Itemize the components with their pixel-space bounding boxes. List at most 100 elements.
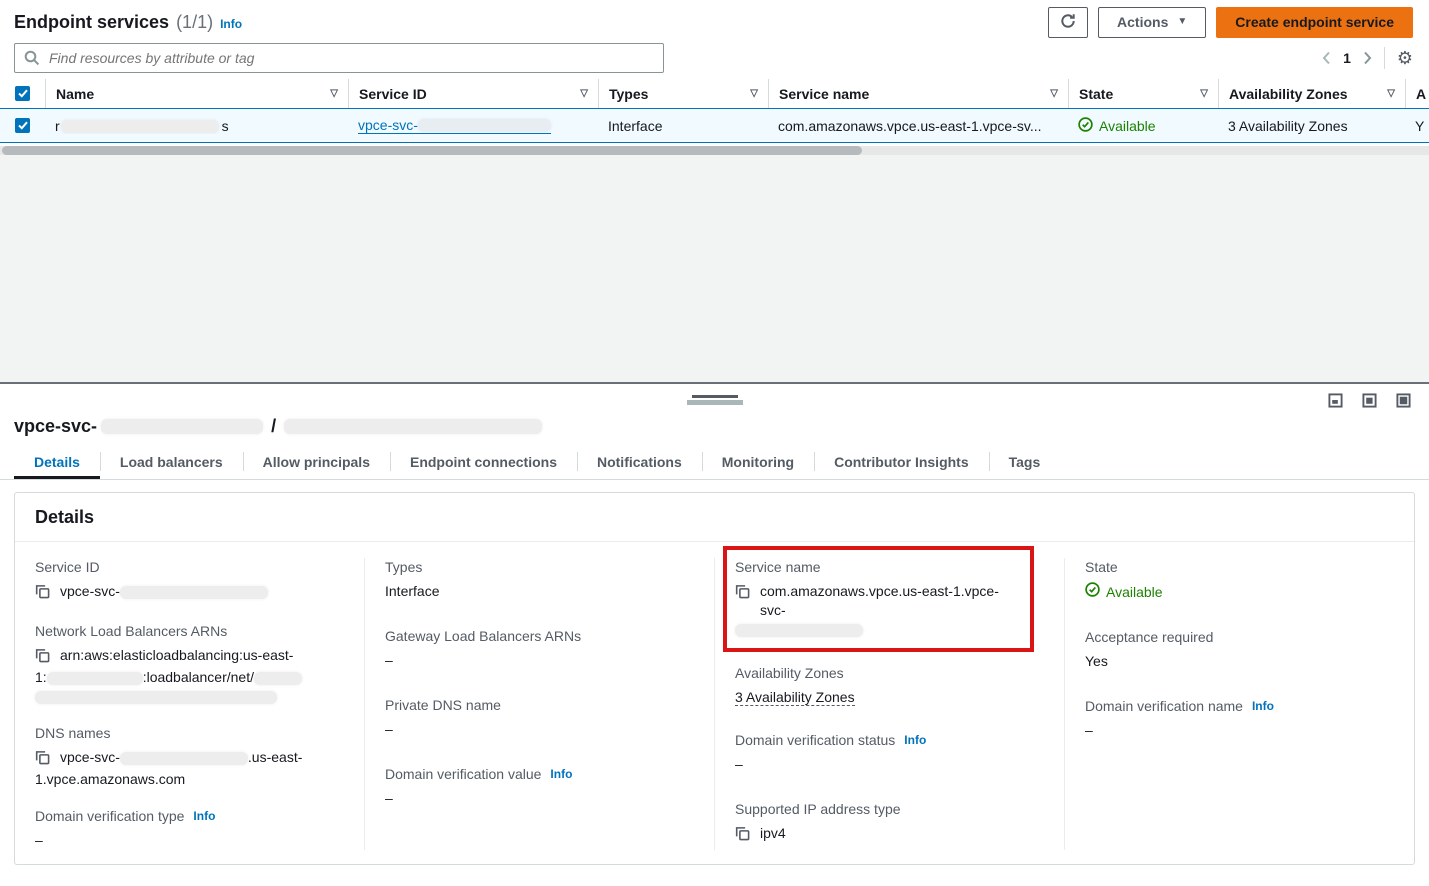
nlb-arn-line3 (35, 687, 344, 706)
filter-icon[interactable]: ▽ (330, 88, 338, 99)
glb-arns-value: – (385, 651, 694, 670)
horizontal-scrollbar-thumb[interactable] (2, 146, 862, 155)
redacted-account-id (47, 672, 143, 685)
service-id-label: Service ID (35, 558, 344, 577)
nlb-arns-group: Network Load Balancers ARNs arn:aws:elas… (35, 622, 344, 706)
tab-monitoring[interactable]: Monitoring (702, 444, 814, 479)
panel-size-small-icon[interactable] (1328, 393, 1343, 411)
tab-details[interactable]: Details (14, 444, 100, 479)
tab-load-balancers[interactable]: Load balancers (100, 444, 243, 479)
search-input[interactable] (14, 43, 664, 73)
header-info-link[interactable]: Info (220, 17, 242, 31)
table-header-row: Name ▽ Service ID ▽ Types ▽ Service name… (0, 79, 1429, 108)
select-all-cell (0, 79, 45, 108)
panel-title: vpce-svc- / (0, 384, 1429, 444)
private-dns-label: Private DNS name (385, 696, 694, 715)
availability-zones-group: Availability Zones 3 Availability Zones (735, 664, 1044, 707)
details-column-2: Types Interface Gateway Load Balancers A… (364, 558, 714, 850)
domain-verification-type-group: Domain verification type Info – (35, 807, 344, 850)
column-header-availability-zones[interactable]: Availability Zones ▽ (1218, 79, 1405, 108)
copy-icon[interactable] (35, 648, 50, 668)
redacted-service-id-title (101, 419, 263, 434)
search-icon (24, 50, 40, 69)
row-availability-zones-cell: 3 Availability Zones (1218, 118, 1405, 134)
state-label: State (1085, 558, 1394, 577)
content-spacer (0, 155, 1429, 384)
copy-icon[interactable] (35, 750, 50, 770)
actions-button-label: Actions (1117, 14, 1168, 30)
copy-icon[interactable] (735, 584, 750, 604)
column-header-types[interactable]: Types ▽ (598, 79, 768, 108)
column-header-acceptance-partial: A (1405, 79, 1429, 108)
domain-verification-value-info-link[interactable]: Info (550, 765, 572, 784)
redacted-service-name-title (284, 419, 542, 434)
private-dns-group: Private DNS name – (385, 696, 694, 739)
previous-page-icon[interactable] (1322, 51, 1331, 65)
page-header: Endpoint services (1/1) Info Actions ▼ C… (0, 0, 1429, 38)
tab-notifications[interactable]: Notifications (577, 444, 702, 479)
create-endpoint-service-button[interactable]: Create endpoint service (1216, 7, 1413, 38)
private-dns-value: – (385, 720, 694, 739)
nlb-arn-line2: 1::loadbalancer/net/ (35, 668, 344, 687)
filter-icon[interactable]: ▽ (750, 88, 758, 99)
refresh-icon (1060, 13, 1076, 32)
next-page-icon[interactable] (1363, 51, 1372, 65)
domain-verification-type-label: Domain verification type (35, 807, 184, 826)
column-header-service-name[interactable]: Service name ▽ (768, 79, 1068, 108)
dns-names-group: DNS names vpce-svc-.us-east- 1.vpce.amaz… (35, 724, 344, 789)
column-header-name[interactable]: Name ▽ (45, 79, 348, 108)
status-available-icon (1078, 117, 1093, 135)
select-all-checkbox[interactable] (15, 86, 30, 101)
availability-zones-popover-link[interactable]: 3 Availability Zones (1228, 118, 1348, 134)
nlb-arns-label: Network Load Balancers ARNs (35, 622, 344, 641)
service-name-group: Service name com.amazonaws.vpce.us-east-… (735, 558, 1022, 639)
page-number[interactable]: 1 (1343, 50, 1351, 66)
filter-icon[interactable]: ▽ (580, 88, 588, 99)
panel-size-medium-icon[interactable] (1362, 393, 1377, 411)
copy-icon[interactable] (35, 584, 50, 604)
actions-button[interactable]: Actions ▼ (1098, 7, 1206, 38)
service-id-link[interactable]: vpce-svc- (358, 117, 551, 134)
panel-size-full-icon[interactable] (1396, 393, 1411, 411)
redacted-lb-id (35, 691, 277, 704)
domain-verification-value-group: Domain verification value Info – (385, 765, 694, 808)
glb-arns-label: Gateway Load Balancers ARNs (385, 627, 694, 646)
column-header-service-id[interactable]: Service ID ▽ (348, 79, 598, 108)
domain-verification-name-info-link[interactable]: Info (1252, 697, 1274, 716)
row-name-cell: rs (45, 118, 348, 134)
details-column-4: State Available Acceptance required (1064, 558, 1414, 850)
domain-verification-status-info-link[interactable]: Info (904, 731, 926, 750)
domain-verification-value-value: – (385, 789, 694, 808)
tab-tags[interactable]: Tags (989, 444, 1061, 479)
redacted-service-name-value (735, 624, 863, 637)
filter-icon[interactable]: ▽ (1050, 88, 1058, 99)
column-header-state[interactable]: State ▽ (1068, 79, 1218, 108)
status-available-icon (1085, 582, 1100, 602)
acceptance-required-value: Yes (1085, 652, 1394, 671)
supported-ip-label: Supported IP address type (735, 800, 1044, 819)
details-card: Details Service ID vpce-svc- N (14, 492, 1415, 865)
details-card-heading: Details (15, 493, 1414, 542)
domain-verification-type-info-link[interactable]: Info (193, 807, 215, 826)
tab-contributor-insights[interactable]: Contributor Insights (814, 444, 989, 479)
details-column-3: Service name com.amazonaws.vpce.us-east-… (714, 558, 1064, 850)
domain-verification-value-label: Domain verification value (385, 765, 541, 784)
preferences-gear-icon[interactable]: ⚙ (1397, 49, 1413, 67)
service-id-group: Service ID vpce-svc- (35, 558, 344, 604)
domain-verification-status-group: Domain verification status Info – (735, 731, 1044, 774)
tab-endpoint-connections[interactable]: Endpoint connections (390, 444, 577, 479)
refresh-button[interactable] (1048, 7, 1088, 38)
row-checkbox[interactable] (15, 118, 30, 133)
tab-allow-principals[interactable]: Allow principals (243, 444, 390, 479)
dns-names-label: DNS names (35, 724, 344, 743)
filter-icon[interactable]: ▽ (1200, 88, 1208, 99)
redacted-service-id (418, 119, 551, 132)
copy-icon[interactable] (735, 826, 750, 846)
redacted-dns (120, 752, 248, 765)
domain-verification-status-value: – (735, 755, 1044, 774)
filter-icon[interactable]: ▽ (1387, 88, 1395, 99)
table-row[interactable]: rs vpce-svc- Interface com.amazonaws.vpc… (0, 108, 1429, 143)
row-select-cell (0, 118, 45, 133)
panel-resize-handle[interactable] (687, 395, 743, 405)
availability-zones-detail-link[interactable]: 3 Availability Zones (735, 689, 855, 706)
